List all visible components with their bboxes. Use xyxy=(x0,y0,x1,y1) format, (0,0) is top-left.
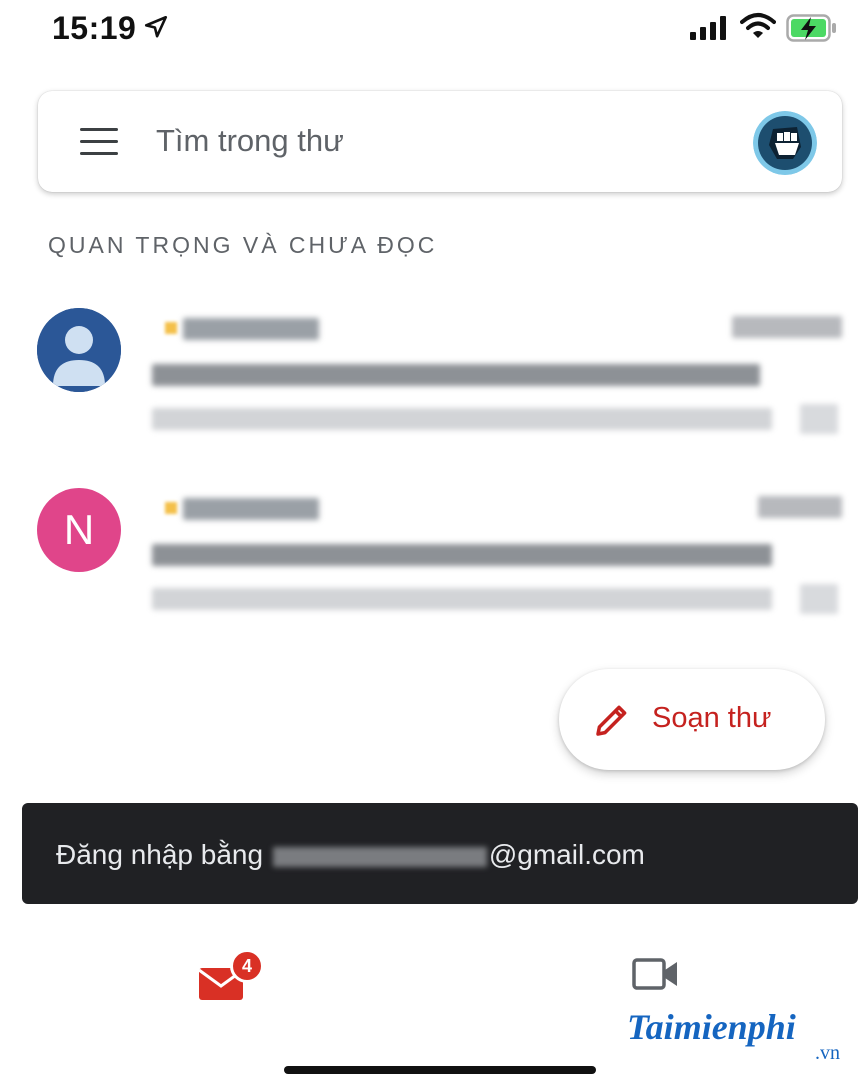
home-indicator[interactable] xyxy=(284,1066,596,1074)
star-redacted xyxy=(800,584,838,614)
watermark-tld: .vn xyxy=(815,1042,840,1064)
sender-avatar xyxy=(37,308,121,392)
meet-tab[interactable] xyxy=(632,956,682,996)
section-label: QUAN TRỌNG VÀ CHƯA ĐỌC xyxy=(48,232,438,258)
hamburger-menu-icon[interactable] xyxy=(80,128,118,156)
bottom-navigation: 4 Taimienphi .vn xyxy=(0,918,863,1074)
snackbar-suffix: @gmail.com xyxy=(488,839,645,870)
compose-button[interactable]: Soạn thư xyxy=(559,669,825,770)
battery-charging-icon xyxy=(786,14,836,42)
cellular-signal-icon xyxy=(690,16,726,40)
star-redacted xyxy=(800,404,838,434)
wifi-icon xyxy=(740,13,776,38)
brofist-logo-icon xyxy=(753,111,817,175)
video-camera-icon xyxy=(632,958,677,990)
snackbar: Đăng nhập bằng @gmail.com xyxy=(22,803,858,904)
importance-marker xyxy=(165,502,177,514)
compose-label: Soạn thư xyxy=(652,702,772,734)
email-list-item[interactable]: N xyxy=(0,478,863,638)
sender-name-redacted xyxy=(183,498,319,520)
person-icon xyxy=(37,308,121,392)
avatar-letter: N xyxy=(37,488,121,572)
subject-redacted xyxy=(152,364,760,386)
sender-name-redacted xyxy=(183,318,319,340)
account-avatar[interactable] xyxy=(753,111,817,175)
sender-avatar: N xyxy=(37,488,121,572)
watermark-logo: Taimienphi xyxy=(627,1007,796,1047)
location-arrow-icon xyxy=(144,15,168,38)
snackbar-prefix: Đăng nhập bằng xyxy=(56,839,264,870)
subject-redacted xyxy=(152,544,772,566)
importance-marker xyxy=(165,322,177,334)
search-bar[interactable]: Tìm trong thư xyxy=(38,91,842,192)
pencil-icon xyxy=(596,705,627,736)
email-redacted xyxy=(272,846,487,867)
mail-tab[interactable]: 4 xyxy=(198,949,268,1014)
status-time: 15:19 xyxy=(52,10,137,46)
status-bar: 15:19 xyxy=(0,0,863,60)
snippet-redacted xyxy=(152,408,772,430)
date-redacted xyxy=(758,496,842,518)
search-input[interactable]: Tìm trong thư xyxy=(156,123,344,159)
snackbar-message: Đăng nhập bằng @gmail.com xyxy=(56,839,645,871)
email-list-item[interactable] xyxy=(0,298,863,458)
snippet-redacted xyxy=(152,588,772,610)
unread-count-badge: 4 xyxy=(230,949,264,983)
date-redacted xyxy=(732,316,842,338)
